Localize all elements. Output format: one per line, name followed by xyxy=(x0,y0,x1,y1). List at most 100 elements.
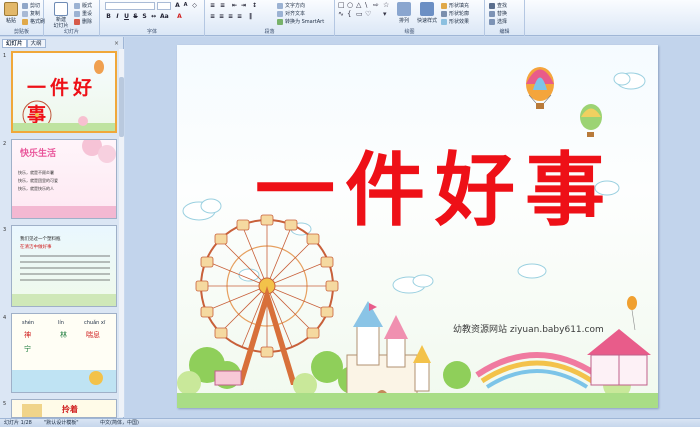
bullets-button[interactable]: ≡ xyxy=(209,2,216,9)
smartart-button[interactable]: 转换为 SmartArt xyxy=(277,18,324,26)
thumb-line: 快乐，就是团里的可爱 xyxy=(18,178,58,183)
find-label: 查找 xyxy=(497,3,508,9)
arrange-icon xyxy=(397,2,411,16)
slides-pane: 幻灯片 大纲 × 1 一件好事 2 快乐生活 快乐，就是不顾炎暑 快乐，就是团里的… xyxy=(0,37,124,418)
smartart-label: 转换为 SmartArt xyxy=(285,19,325,25)
shape-star-icon[interactable]: ☆ xyxy=(383,1,389,9)
shape-effects-button[interactable]: 形状效果 xyxy=(441,18,469,26)
increase-indent-button[interactable]: ⇥ xyxy=(240,2,247,9)
cursor-icon xyxy=(489,18,495,25)
justify-button[interactable]: ≡ xyxy=(236,13,243,20)
slide-thumb-1[interactable]: 一件好事 xyxy=(11,51,117,133)
arrange-button[interactable]: 排列 xyxy=(395,2,413,24)
tab-outline[interactable]: 大纲 xyxy=(26,39,46,48)
shape-fill-button[interactable]: 形状填充 xyxy=(441,2,469,10)
status-bar: 幻灯片 1/28 "默认设计模板" 中文(简体，中国) xyxy=(0,418,700,427)
arrange-label: 排列 xyxy=(398,18,409,24)
shadow-button[interactable]: S xyxy=(141,13,148,20)
thumb-number: 4 xyxy=(3,315,7,321)
slide-counter: 幻灯片 1/28 xyxy=(4,420,32,426)
delete-slide-button[interactable]: 删除 xyxy=(74,18,92,26)
shape-more-icon[interactable]: ▾ xyxy=(383,10,387,18)
copy-icon xyxy=(22,10,28,17)
thumb-line: 快乐，就是快乐的人 xyxy=(18,186,54,191)
font-size-box[interactable] xyxy=(157,2,171,10)
underline-button[interactable]: U xyxy=(123,13,130,20)
case-button[interactable]: Aa xyxy=(160,13,169,20)
shape-heart-icon[interactable]: ♡ xyxy=(365,10,371,18)
replace-label: 替换 xyxy=(497,11,508,17)
pane-scrollbar-thumb[interactable] xyxy=(119,77,124,137)
shape-callout-icon[interactable]: ▭ xyxy=(356,10,363,18)
pane-scrollbar[interactable] xyxy=(119,49,124,417)
strikethrough-button[interactable]: S xyxy=(132,13,139,20)
columns-button[interactable]: ‖ xyxy=(247,13,254,20)
close-pane-icon[interactable]: × xyxy=(114,40,119,47)
slide-thumb-4[interactable]: shén lín chuǎn xī 神 林 喘息 宁 xyxy=(11,313,117,393)
font-name-box[interactable] xyxy=(105,2,155,10)
thumb-illustration-icon xyxy=(12,370,116,392)
shape-triangle-icon[interactable]: △ xyxy=(356,1,361,9)
line-spacing-button[interactable]: ↕ xyxy=(251,2,258,9)
shape-rectangle-icon[interactable]: □ xyxy=(338,1,345,9)
decrease-indent-button[interactable]: ⇤ xyxy=(231,2,238,9)
quick-styles-button[interactable]: 快速样式 xyxy=(415,2,439,24)
shape-fill-label: 形状填充 xyxy=(449,3,470,9)
slide-thumb-5[interactable]: 拎着 xyxy=(11,399,117,418)
current-slide[interactable]: 一 件 好 事 幼教资源网站 ziyuan.baby611.com xyxy=(177,45,658,408)
slide-thumb-2[interactable]: 快乐生活 快乐，就是不顾炎暑 快乐，就是团里的可爱 快乐，就是快乐的人 xyxy=(11,139,117,219)
shape-effects-label: 形状效果 xyxy=(449,19,470,25)
thumb-title: 快乐生活 xyxy=(20,149,57,159)
slide-title-char: 好 xyxy=(435,143,515,237)
align-center-button[interactable]: ≡ xyxy=(218,13,225,20)
replace-button[interactable]: 替换 xyxy=(489,10,507,18)
align-text-button[interactable]: 对齐文本 xyxy=(277,10,305,18)
slide-thumb-3[interactable]: 我们见过一个塑料瓶 在清洁中做好事 xyxy=(11,225,117,307)
clear-format-button[interactable]: ◇ xyxy=(191,2,198,9)
format-painter-button[interactable]: 格式刷 xyxy=(22,18,45,26)
reset-button[interactable]: 重设 xyxy=(74,10,92,18)
ribbon: 粘贴 剪切 复制 格式刷 剪贴板 新建 幻灯片 版式 重设 删除 幻灯片 A A… xyxy=(0,0,700,36)
paste-button[interactable]: 粘贴 xyxy=(2,2,20,24)
align-left-button[interactable]: ≡ xyxy=(209,13,216,20)
brush-icon xyxy=(22,18,28,25)
align-right-button[interactable]: ≡ xyxy=(227,13,234,20)
slide-watermark: 幼教资源网站 ziyuan.baby611.com xyxy=(453,325,604,335)
effects-icon xyxy=(441,18,447,25)
numbering-button[interactable]: ≡ xyxy=(219,2,226,9)
thumb-picture-icon xyxy=(22,404,42,417)
language-indicator[interactable]: 中文(简体，中国) xyxy=(100,419,139,427)
align-text-icon xyxy=(277,10,283,17)
scissors-icon xyxy=(22,2,28,9)
cut-label: 剪切 xyxy=(30,3,41,9)
tab-slides[interactable]: 幻灯片 xyxy=(2,39,27,48)
shape-arrow-icon[interactable]: ⇨ xyxy=(373,1,379,9)
text-direction-button[interactable]: 文字方向 xyxy=(277,2,305,10)
theme-name: "默认设计模板" xyxy=(44,420,79,426)
spacing-button[interactable]: ↔ xyxy=(150,13,157,20)
layout-label: 版式 xyxy=(82,3,93,9)
select-button[interactable]: 选择 xyxy=(489,18,507,26)
layout-button[interactable]: 版式 xyxy=(74,2,92,10)
font-color-button[interactable]: A xyxy=(176,13,183,20)
slide-title-char: 事 xyxy=(525,143,605,237)
italic-button[interactable]: I xyxy=(114,13,121,20)
shape-line-icon[interactable]: \ xyxy=(365,1,367,9)
shape-brace-icon[interactable]: { xyxy=(347,10,351,18)
shape-outline-label: 形状轮廓 xyxy=(449,11,470,17)
thumb-number: 2 xyxy=(3,141,7,147)
grow-font-button[interactable]: A xyxy=(174,2,181,9)
format-painter-label: 格式刷 xyxy=(30,19,46,25)
shape-outline-button[interactable]: 形状轮廓 xyxy=(441,10,469,18)
shrink-font-button[interactable]: A xyxy=(182,2,189,9)
copy-button[interactable]: 复制 xyxy=(22,10,40,18)
slide-title-char: 件 xyxy=(345,143,425,237)
bold-button[interactable]: B xyxy=(105,13,112,20)
shape-oval-icon[interactable]: ○ xyxy=(347,1,353,9)
font-group-label: 字体 xyxy=(146,29,157,35)
thumb-ferris-wheel-icon xyxy=(13,60,115,131)
shape-curve-icon[interactable]: ∿ xyxy=(338,10,344,18)
cut-button[interactable]: 剪切 xyxy=(22,2,40,10)
new-slide-button[interactable]: 新建 幻灯片 xyxy=(50,2,72,29)
find-button[interactable]: 查找 xyxy=(489,2,507,10)
